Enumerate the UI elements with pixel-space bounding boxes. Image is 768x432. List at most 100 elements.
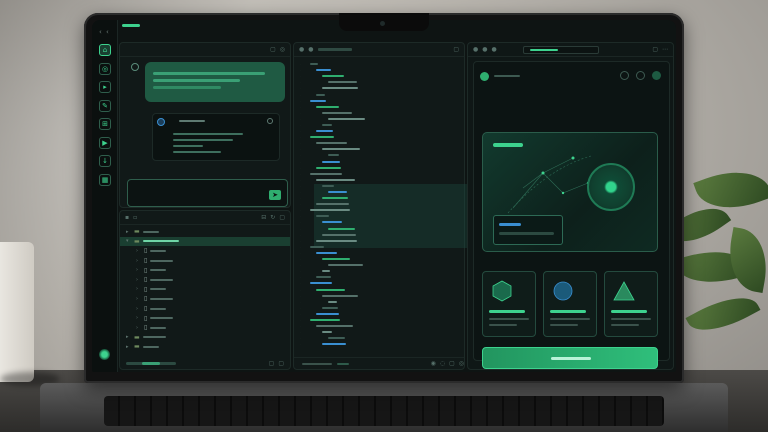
play-icon[interactable]: ◉ bbox=[431, 360, 436, 367]
hexagon-icon bbox=[491, 280, 513, 302]
tree-file-item[interactable]: › ▯ bbox=[120, 294, 290, 304]
file-icon: ▯ bbox=[144, 285, 148, 293]
play-icon[interactable]: ▸ bbox=[99, 81, 111, 93]
file-icon: ▯ bbox=[144, 276, 148, 284]
code-editor: ● ● ▢ · · · · · · · · · · · · · · · · · · · · · · · · · · · · · · · · · · ·… bbox=[293, 42, 472, 370]
chat-pane: ▢ ◎ ➤ bbox=[119, 42, 291, 208]
chevron-icon[interactable]: › bbox=[136, 306, 141, 312]
search-icon[interactable] bbox=[620, 71, 629, 80]
code-content[interactable]: · · · · · · · · · · · · · · · · · · · · · · · · · · · · · · · · · · · · · · · ·… bbox=[294, 57, 464, 347]
panel-icon[interactable]: ▢ bbox=[278, 360, 284, 367]
chevron-icon[interactable]: › bbox=[136, 258, 141, 264]
tree-file-item[interactable]: › ▯ bbox=[120, 313, 290, 323]
tree-folder-item[interactable]: ▾ ▬ bbox=[120, 236, 290, 247]
chevron-icon[interactable]: › bbox=[136, 286, 141, 292]
mug bbox=[0, 242, 34, 382]
tree-file-item[interactable]: › ▯ bbox=[120, 323, 290, 333]
user-avatar bbox=[131, 63, 139, 71]
feature-tile[interactable] bbox=[604, 271, 658, 337]
chevron-icon[interactable]: › bbox=[136, 267, 141, 273]
tree-folder-item[interactable]: ▸ ▬ bbox=[120, 333, 290, 343]
hero-panel bbox=[482, 132, 658, 252]
reload-icon[interactable]: ● bbox=[492, 46, 497, 53]
forward-icon[interactable]: ● bbox=[482, 46, 487, 53]
back-icon[interactable]: ● bbox=[473, 46, 478, 53]
user-message-bubble bbox=[145, 62, 285, 102]
file-icon: ▯ bbox=[144, 266, 148, 274]
chevron-icon[interactable]: ▸ bbox=[126, 344, 131, 350]
status-indicator-icon[interactable] bbox=[99, 349, 110, 360]
activity-rail: ‹ ‹ ⌂ ◎ ▸ ✎ ⊞ ▶ ↓ ▦ bbox=[92, 20, 118, 372]
chevron-icon[interactable]: ▾ bbox=[126, 238, 131, 244]
screen: ‹ ‹ ⌂ ◎ ▸ ✎ ⊞ ▶ ↓ ▦ ▢ ◎ ➤ ▪ ▫ ⊟ ↻ ▢ ▸ ▬ … bbox=[92, 20, 676, 372]
tree-folder-item[interactable]: ▸ ▬ bbox=[120, 227, 290, 237]
triangle-icon bbox=[613, 280, 635, 302]
tree-folder-item[interactable]: ▸ ▬ bbox=[120, 342, 290, 352]
settings-icon[interactable] bbox=[636, 71, 645, 80]
chevron-icon[interactable]: › bbox=[136, 248, 141, 254]
feature-tile[interactable] bbox=[543, 271, 597, 337]
refresh-tree-icon[interactable]: ↻ bbox=[270, 214, 275, 221]
edit-icon[interactable]: ✎ bbox=[99, 99, 111, 112]
bell-icon[interactable]: ▢ bbox=[449, 360, 455, 367]
tree-file-item[interactable]: › ▯ bbox=[120, 256, 290, 266]
open-external-icon[interactable]: ▢ bbox=[652, 46, 658, 53]
branch-icon[interactable]: ◌ bbox=[440, 360, 445, 367]
network-graphic bbox=[507, 155, 592, 214]
editor-tab[interactable] bbox=[317, 48, 352, 51]
split-icon[interactable]: ▢ bbox=[453, 46, 459, 53]
folder-icon: ▬ bbox=[134, 237, 140, 245]
chevron-icon[interactable]: › bbox=[136, 277, 141, 283]
primary-action-button[interactable] bbox=[482, 347, 658, 369]
refresh-icon[interactable] bbox=[267, 118, 273, 124]
tab-dot-icon[interactable]: ● bbox=[299, 46, 304, 53]
chat-input[interactable]: ➤ bbox=[127, 179, 288, 207]
tab-dot-icon[interactable]: ● bbox=[308, 46, 313, 53]
feature-tile[interactable] bbox=[482, 271, 536, 337]
assistant-message-card bbox=[152, 113, 280, 161]
terminal-icon[interactable]: ▢ bbox=[269, 360, 275, 367]
url-bar[interactable] bbox=[523, 46, 599, 54]
chevron-icon[interactable]: ▸ bbox=[126, 334, 131, 340]
tree-file-item[interactable]: › ▯ bbox=[120, 304, 290, 314]
keyboard bbox=[104, 396, 664, 426]
home-icon[interactable]: ⌂ bbox=[99, 44, 111, 56]
orb-graphic bbox=[587, 163, 635, 211]
settings-icon[interactable]: ◎ bbox=[280, 46, 285, 53]
send-button[interactable]: ➤ bbox=[269, 190, 281, 200]
title-tab-indicator[interactable] bbox=[122, 24, 140, 27]
preview-pane: ● ● ● ▢ ⋯ bbox=[467, 42, 674, 370]
grid-icon[interactable]: ⊞ bbox=[99, 118, 111, 130]
new-folder-icon[interactable]: ▫ bbox=[133, 214, 137, 221]
file-icon: ▯ bbox=[144, 314, 148, 322]
tree-file-item[interactable]: › ▯ bbox=[120, 285, 290, 295]
file-icon: ▯ bbox=[144, 257, 148, 265]
tree-file-item[interactable]: › ▯ bbox=[120, 275, 290, 285]
explorer-pane: ▪ ▫ ⊟ ↻ ▢ ▸ ▬ ▾ ▬ › ▯ › ▯ › ▯ › ▯ › ▯ › ▯ › ▯ › ▯ › ▯ ▸ ▬ ▸ ▬ ▢ ▢ bbox=[119, 210, 291, 370]
file-icon: ▯ bbox=[144, 295, 148, 303]
assistant-avatar-icon bbox=[157, 118, 165, 126]
profile-icon[interactable] bbox=[652, 71, 661, 80]
file-icon: ▯ bbox=[144, 324, 148, 332]
circle-icon bbox=[552, 280, 574, 302]
arrow-icon[interactable]: ↓ bbox=[99, 155, 111, 167]
table-icon[interactable]: ▦ bbox=[99, 173, 111, 186]
run-icon[interactable]: ▶ bbox=[99, 136, 111, 149]
chevron-icon[interactable]: ▸ bbox=[126, 229, 131, 235]
chevron-icon[interactable]: › bbox=[136, 315, 141, 321]
preview-app bbox=[473, 61, 670, 369]
chevron-icon[interactable]: › bbox=[136, 325, 141, 331]
filter-icon[interactable]: ▢ bbox=[279, 214, 285, 221]
folder-icon: ▬ bbox=[134, 343, 140, 351]
new-file-icon[interactable]: ▪ bbox=[125, 214, 129, 221]
tree-file-item[interactable]: › ▯ bbox=[120, 265, 290, 275]
more-icon[interactable]: ⋯ bbox=[662, 46, 668, 53]
chevron-icon[interactable]: › bbox=[136, 296, 141, 302]
gear-icon[interactable]: ◎ bbox=[459, 360, 464, 367]
chat-icon[interactable]: ◎ bbox=[99, 62, 111, 75]
copy-icon[interactable]: ▢ bbox=[270, 46, 276, 53]
collapse-icon[interactable]: ⊟ bbox=[261, 214, 266, 221]
editor-status-bar: ◉ ◌ ▢ ◎ bbox=[294, 357, 464, 369]
tree-file-item[interactable]: › ▯ bbox=[120, 246, 290, 256]
window-controls[interactable]: ‹ ‹ bbox=[99, 28, 110, 36]
